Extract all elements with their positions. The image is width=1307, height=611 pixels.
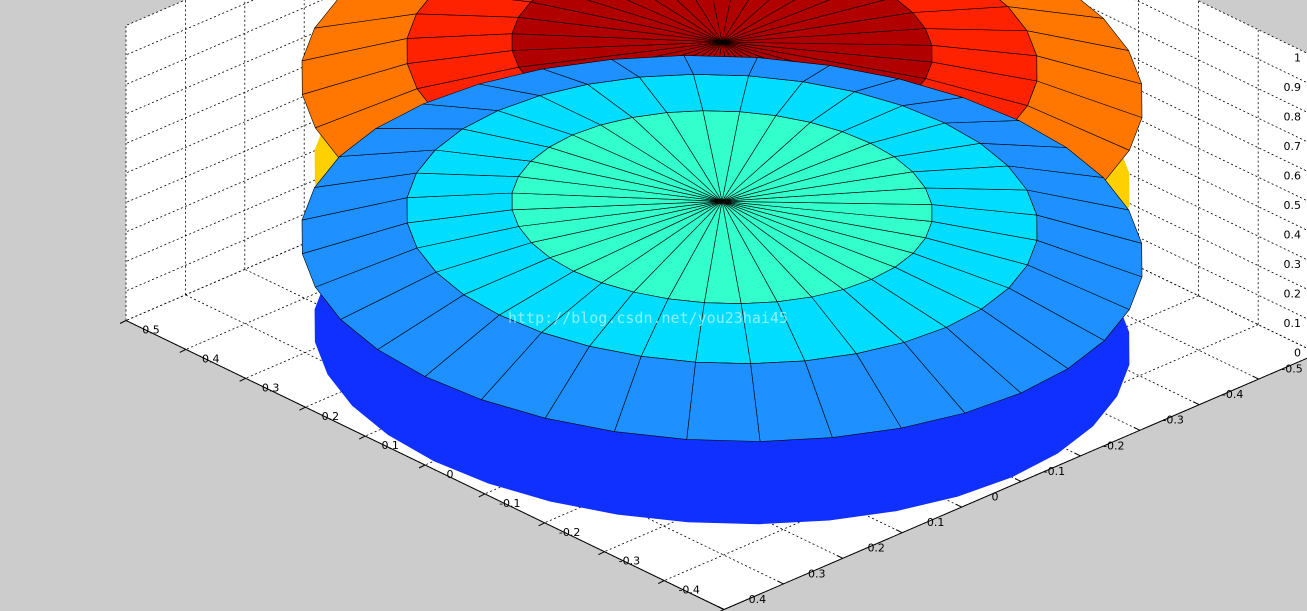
z-tick-label: 0.8 bbox=[1284, 111, 1302, 124]
surfaces bbox=[301, 0, 1143, 525]
y-tick-label: -0.2 bbox=[559, 526, 580, 539]
y-tick-label: -0.4 bbox=[678, 584, 699, 597]
y-tick-mark bbox=[358, 435, 366, 440]
y-tick-mark bbox=[598, 551, 605, 556]
y-tick-label: 0.2 bbox=[322, 410, 340, 423]
y-tick-mark bbox=[657, 580, 665, 585]
z-tick-label: 0.6 bbox=[1284, 170, 1302, 183]
x-tick-label: -0.4 bbox=[1222, 388, 1243, 401]
z-tick-label: 0.4 bbox=[1284, 229, 1302, 242]
x-tick-label: 0.2 bbox=[867, 542, 885, 555]
surface-plot: 0 0.1 0.2 0.3 0.4 0.5 0.6 0.7 0.8 0.9 1 -0.5 -0.4 -0.… bbox=[119, 0, 1307, 611]
y-tick-mark bbox=[119, 320, 127, 324]
y-tick-mark bbox=[179, 348, 187, 353]
z-tick-label: 0.9 bbox=[1284, 81, 1302, 94]
z-tick-label: 0.5 bbox=[1284, 199, 1302, 212]
surface-facet bbox=[683, 55, 758, 77]
surface-2 bbox=[301, 55, 1143, 525]
y-tick-mark bbox=[239, 377, 246, 382]
x-tick-label: 0.1 bbox=[927, 516, 945, 529]
y-tick-mark bbox=[538, 522, 545, 527]
x-tick-label: 0 bbox=[992, 491, 999, 504]
x-tick-label: 0.3 bbox=[808, 567, 826, 580]
y-tick-label: -0.3 bbox=[619, 555, 640, 568]
figure-window: 0 0.1 0.2 0.3 0.4 0.5 0.6 0.7 0.8 0.9 1 -0.5 -0.4 -0.… bbox=[0, 0, 1307, 611]
z-tick-label: 0 bbox=[1294, 347, 1301, 360]
z-tick-label: 0.7 bbox=[1284, 140, 1302, 153]
y-tick-label: -0.1 bbox=[499, 497, 520, 510]
z-tick-label: 0.3 bbox=[1284, 258, 1302, 271]
y-tick-label: 0.1 bbox=[381, 439, 399, 452]
z-tick-label: 0.2 bbox=[1284, 288, 1302, 301]
z-tick-label: 0.1 bbox=[1284, 317, 1302, 330]
x-tick-label: 0.4 bbox=[749, 593, 767, 606]
y-tick-label: 0 bbox=[447, 468, 454, 481]
y-tick-label: 0.4 bbox=[202, 352, 220, 365]
x-tick-label: -0.5 bbox=[1281, 363, 1302, 376]
surface-facet bbox=[686, 361, 761, 442]
x-tick-label: -0.3 bbox=[1162, 414, 1183, 427]
y-tick-label: 0.5 bbox=[142, 324, 160, 337]
z-tick-label: 1 bbox=[1294, 52, 1301, 65]
x-tick-label: -0.1 bbox=[1044, 465, 1065, 478]
y-tick-label: 0.3 bbox=[262, 381, 280, 394]
watermark-text: http://blog.csdn.net/you23hai45 bbox=[508, 309, 788, 327]
x-tick-label: -0.2 bbox=[1103, 439, 1124, 452]
y-tick-mark bbox=[299, 406, 306, 411]
y-tick-mark bbox=[478, 493, 486, 498]
y-tick-mark bbox=[418, 464, 426, 469]
